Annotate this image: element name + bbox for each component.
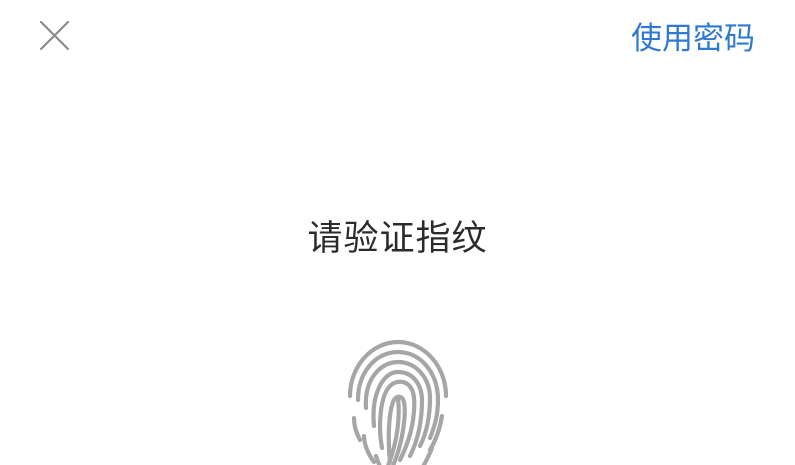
fingerprint-icon xyxy=(347,339,449,465)
close-icon xyxy=(39,20,70,51)
fingerprint-verification-screen: 使用密码 请验证指纹 xyxy=(0,0,795,465)
use-password-button[interactable]: 使用密码 xyxy=(631,19,755,59)
fingerprint-button[interactable] xyxy=(338,336,458,465)
close-button[interactable] xyxy=(34,15,74,55)
verify-fingerprint-prompt: 请验证指纹 xyxy=(307,219,488,259)
